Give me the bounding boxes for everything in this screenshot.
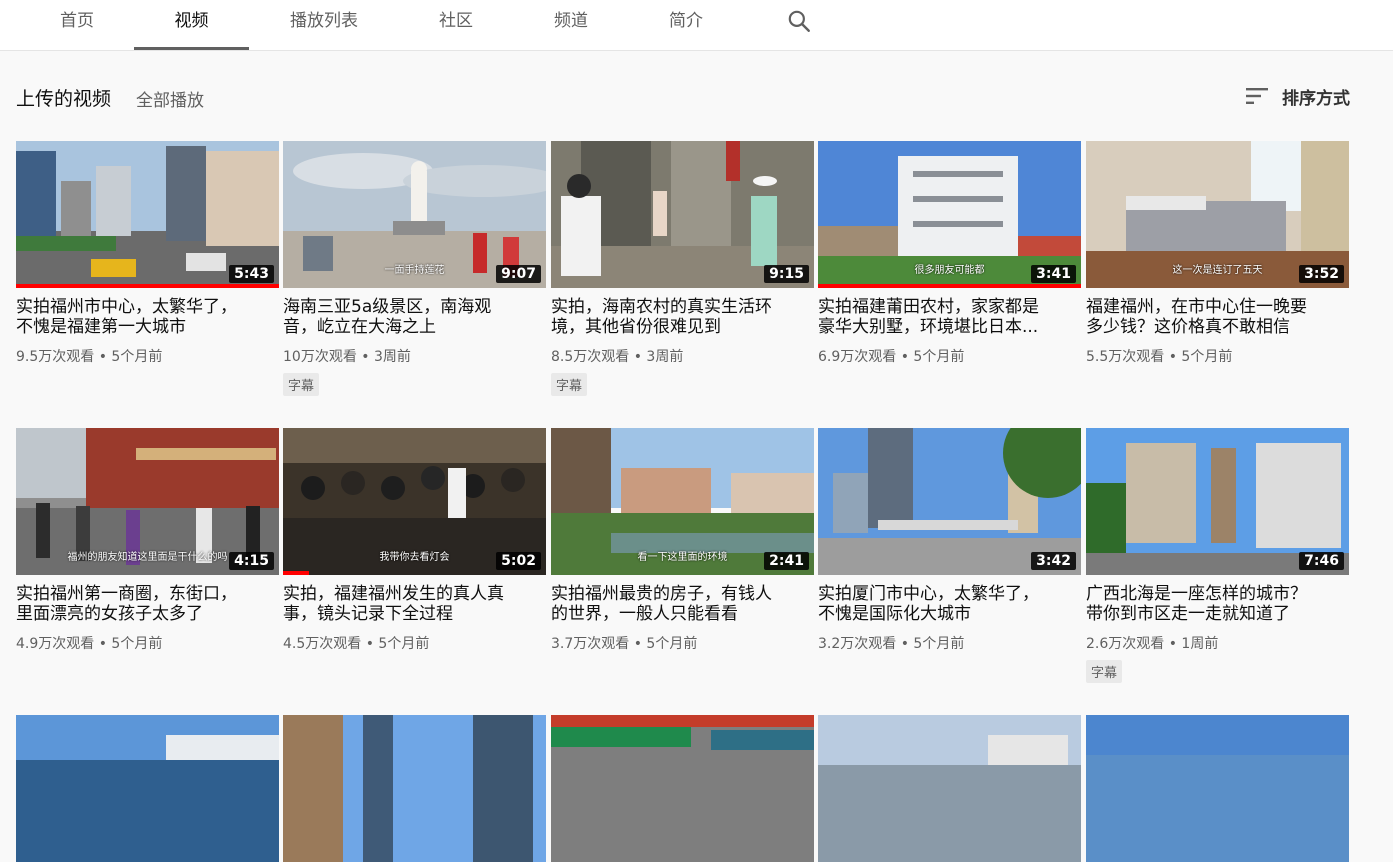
video-card[interactable]: 这一次是连订了五天 3:52 福建福州，在市中心住一晚要 多少钱？这价格真不敢相… [1086,141,1349,366]
video-duration: 7:46 [1299,552,1344,570]
video-card[interactable] [16,715,279,862]
video-card[interactable]: 福州的朋友知道这里面是干什么的吗 4:15 实拍福州第一商圈，东街口， 里面漂亮… [16,428,279,653]
video-thumbnail[interactable] [283,715,546,862]
video-card[interactable]: 3:42 实拍厦门市中心，太繁华了， 不愧是国际化大城市 3.2万次观看 • 5… [818,428,1081,653]
video-thumbnail[interactable]: 看一下这里面的环境 2:41 [551,428,814,575]
watch-progress-bar [16,284,279,288]
video-card[interactable]: 我带你去看灯会 5:02 实拍，福建福州发生的真人真 事，镜头记录下全过程 4.… [283,428,546,653]
video-card[interactable]: 很多朋友可能都 3:41 实拍福建莆田农村，家家都是 豪华大别墅，环境堪比日本.… [818,141,1081,366]
video-title[interactable]: 实拍厦门市中心，太繁华了， 不愧是国际化大城市 [818,584,1081,624]
video-thumbnail[interactable]: 3:42 [818,428,1081,575]
thumbnail-image [16,715,279,862]
video-meta: 6.9万次观看 • 5个月前 [818,349,965,365]
tab-about[interactable]: 简介 [629,0,743,50]
video-card[interactable]: 9:15 实拍，海南农村的真实生活环 境，其他省份很难见到 8.5万次观看 • … [551,141,814,396]
video-duration: 4:15 [229,552,274,570]
video-thumbnail[interactable] [551,715,814,862]
subtitle-badge: 字幕 [551,373,588,396]
video-meta: 3.2万次观看 • 5个月前 [818,636,965,652]
watch-progress-bar [283,571,310,575]
sort-icon [1246,88,1268,104]
video-title[interactable]: 实拍，福建福州发生的真人真 事，镜头记录下全过程 [283,584,546,624]
thumbnail-image [818,715,1081,862]
video-thumbnail[interactable] [1086,715,1349,862]
video-meta: 4.9万次观看 • 5个月前 [16,636,163,652]
video-thumbnail[interactable] [16,715,279,862]
video-duration: 5:02 [496,552,541,570]
video-thumbnail[interactable]: 7:46 [1086,428,1349,575]
video-title[interactable]: 实拍福州第一商圈，东街口， 里面漂亮的女孩子太多了 [16,584,279,624]
video-card[interactable]: 一面手持莲花 9:07 海南三亚5a级景区，南海观 音，屹立在大海之上 10万次… [283,141,546,396]
tab-home[interactable]: 首页 [20,0,134,50]
video-meta: 5.5万次观看 • 5个月前 [1086,349,1233,365]
video-thumbnail[interactable]: 5:43 [16,141,279,288]
search-icon[interactable] [786,8,812,34]
thumbnail-image [551,715,814,862]
sort-button[interactable]: 排序方式 [1244,82,1350,110]
video-duration: 9:15 [764,265,809,283]
video-title[interactable]: 海南三亚5a级景区，南海观 音，屹立在大海之上 [283,297,546,337]
video-card[interactable] [283,715,546,862]
video-duration: 3:52 [1299,265,1344,283]
video-meta: 10万次观看 • 3周前 [283,349,411,365]
play-all-button[interactable]: 全部播放 [136,86,204,111]
video-card[interactable] [818,715,1081,862]
video-title[interactable]: 福建福州，在市中心住一晚要 多少钱？这价格真不敢相信 [1086,297,1349,337]
video-meta: 8.5万次观看 • 3周前 [551,349,684,365]
video-card[interactable]: 5:43 实拍福州市中心，太繁华了， 不愧是福建第一大城市 9.5万次观看 • … [16,141,279,366]
tab-videos[interactable]: 视频 [134,0,249,50]
section-title: 上传的视频 [16,88,112,110]
video-thumbnail[interactable]: 我带你去看灯会 5:02 [283,428,546,575]
tab-playlists[interactable]: 播放列表 [267,0,381,50]
video-thumbnail[interactable]: 一面手持莲花 9:07 [283,141,546,288]
video-meta: 2.6万次观看 • 1周前 [1086,636,1219,652]
video-title[interactable]: 实拍福建莆田农村，家家都是 豪华大别墅，环境堪比日本... [818,297,1081,337]
video-title[interactable]: 广西北海是一座怎样的城市？ 带你到市区走一走就知道了 [1086,584,1349,624]
video-meta: 4.5万次观看 • 5个月前 [283,636,430,652]
video-meta: 9.5万次观看 • 5个月前 [16,349,163,365]
video-title[interactable]: 实拍福州市中心，太繁华了， 不愧是福建第一大城市 [16,297,279,337]
tab-channels[interactable]: 频道 [514,0,628,50]
video-duration: 9:07 [496,265,541,283]
channel-tabs: 首页 视频 播放列表 社区 频道 简介 [0,0,1393,51]
thumbnail-image [283,715,546,862]
video-meta: 3.7万次观看 • 5个月前 [551,636,698,652]
video-title[interactable]: 实拍福州最贵的房子，有钱人 的世界，一般人只能看看 [551,584,814,624]
subtitle-badge: 字幕 [1086,660,1123,683]
video-duration: 5:43 [229,265,274,283]
video-thumbnail[interactable]: 这一次是连订了五天 3:52 [1086,141,1349,288]
video-thumbnail[interactable]: 福州的朋友知道这里面是干什么的吗 4:15 [16,428,279,575]
subtitle-badge: 字幕 [283,373,320,396]
video-card[interactable] [551,715,814,862]
video-title[interactable]: 实拍，海南农村的真实生活环 境，其他省份很难见到 [551,297,814,337]
sort-label: 排序方式 [1282,88,1350,109]
video-duration: 3:42 [1031,552,1076,570]
thumbnail-image [1086,715,1349,862]
tab-community[interactable]: 社区 [399,0,513,50]
video-duration: 3:41 [1031,265,1076,283]
watch-progress-bar [818,284,1081,288]
video-thumbnail[interactable]: 9:15 [551,141,814,288]
video-thumbnail[interactable] [818,715,1081,862]
video-card[interactable]: 看一下这里面的环境 2:41 实拍福州最贵的房子，有钱人 的世界，一般人只能看看… [551,428,814,653]
video-card[interactable]: 7:46 广西北海是一座怎样的城市？ 带你到市区走一走就知道了 2.6万次观看 … [1086,428,1349,683]
video-thumbnail[interactable]: 很多朋友可能都 3:41 [818,141,1081,288]
video-card[interactable] [1086,715,1349,862]
video-duration: 2:41 [764,552,809,570]
